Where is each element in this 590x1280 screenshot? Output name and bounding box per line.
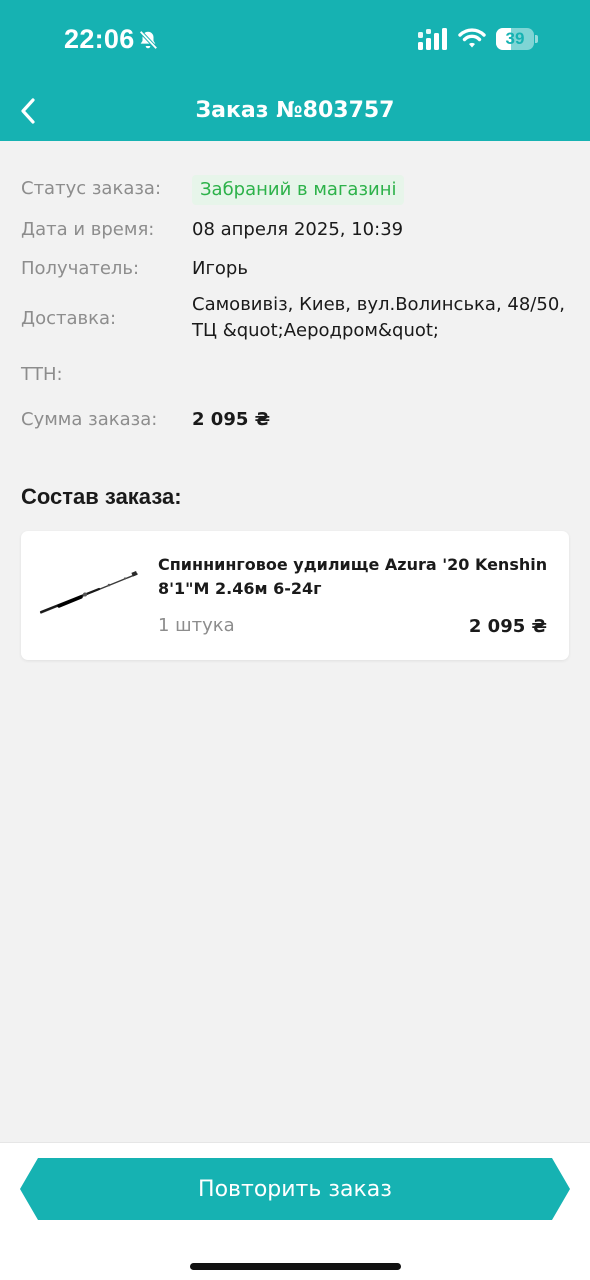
footer: Повторить заказ [0, 1142, 590, 1280]
bell-slash-icon [139, 30, 158, 50]
sum-value: 2 095 ₴ [192, 409, 271, 430]
fishing-rod-icon [39, 571, 138, 614]
delivery-label: Доставка: [21, 308, 117, 329]
product-quantity: 1 штука [158, 615, 235, 636]
ttn-label: ТТН: [21, 364, 63, 385]
home-indicator [190, 1263, 401, 1270]
product-card[interactable]: Спиннинговое удилище Azura '20 Kenshin 8… [21, 531, 569, 660]
status-badge: Забраний в магазині [192, 175, 405, 205]
battery-cap [535, 35, 538, 43]
date-value: 08 апреля 2025, 10:39 [192, 219, 404, 240]
recipient-label: Получатель: [21, 258, 140, 279]
order-items-title: Состав заказа: [21, 484, 182, 509]
sum-label: Сумма заказа: [21, 409, 158, 430]
battery-level: 39 [505, 29, 525, 48]
signal-icon [418, 28, 447, 50]
delivery-value: Самовивіз, Киев, вул.Волинська, 48/50, Т… [192, 294, 565, 341]
product-name: Спиннинговое удилище Azura '20 Kenshin 8… [158, 555, 548, 598]
date-label: Дата и время: [21, 219, 155, 240]
status-label: Статус заказа: [21, 178, 162, 199]
repeat-order-button[interactable]: Повторить заказ [20, 1158, 570, 1220]
status-bar-time: 22:06 [64, 24, 135, 54]
product-price: 2 095 ₴ [468, 616, 547, 637]
battery-icon: 39 [496, 28, 534, 50]
page-title: Заказ №803757 [195, 98, 395, 123]
app-header: 22:06 39 Заказ №803757 [0, 0, 590, 141]
recipient-value: Игорь [192, 258, 248, 279]
wifi-icon [458, 28, 486, 48]
